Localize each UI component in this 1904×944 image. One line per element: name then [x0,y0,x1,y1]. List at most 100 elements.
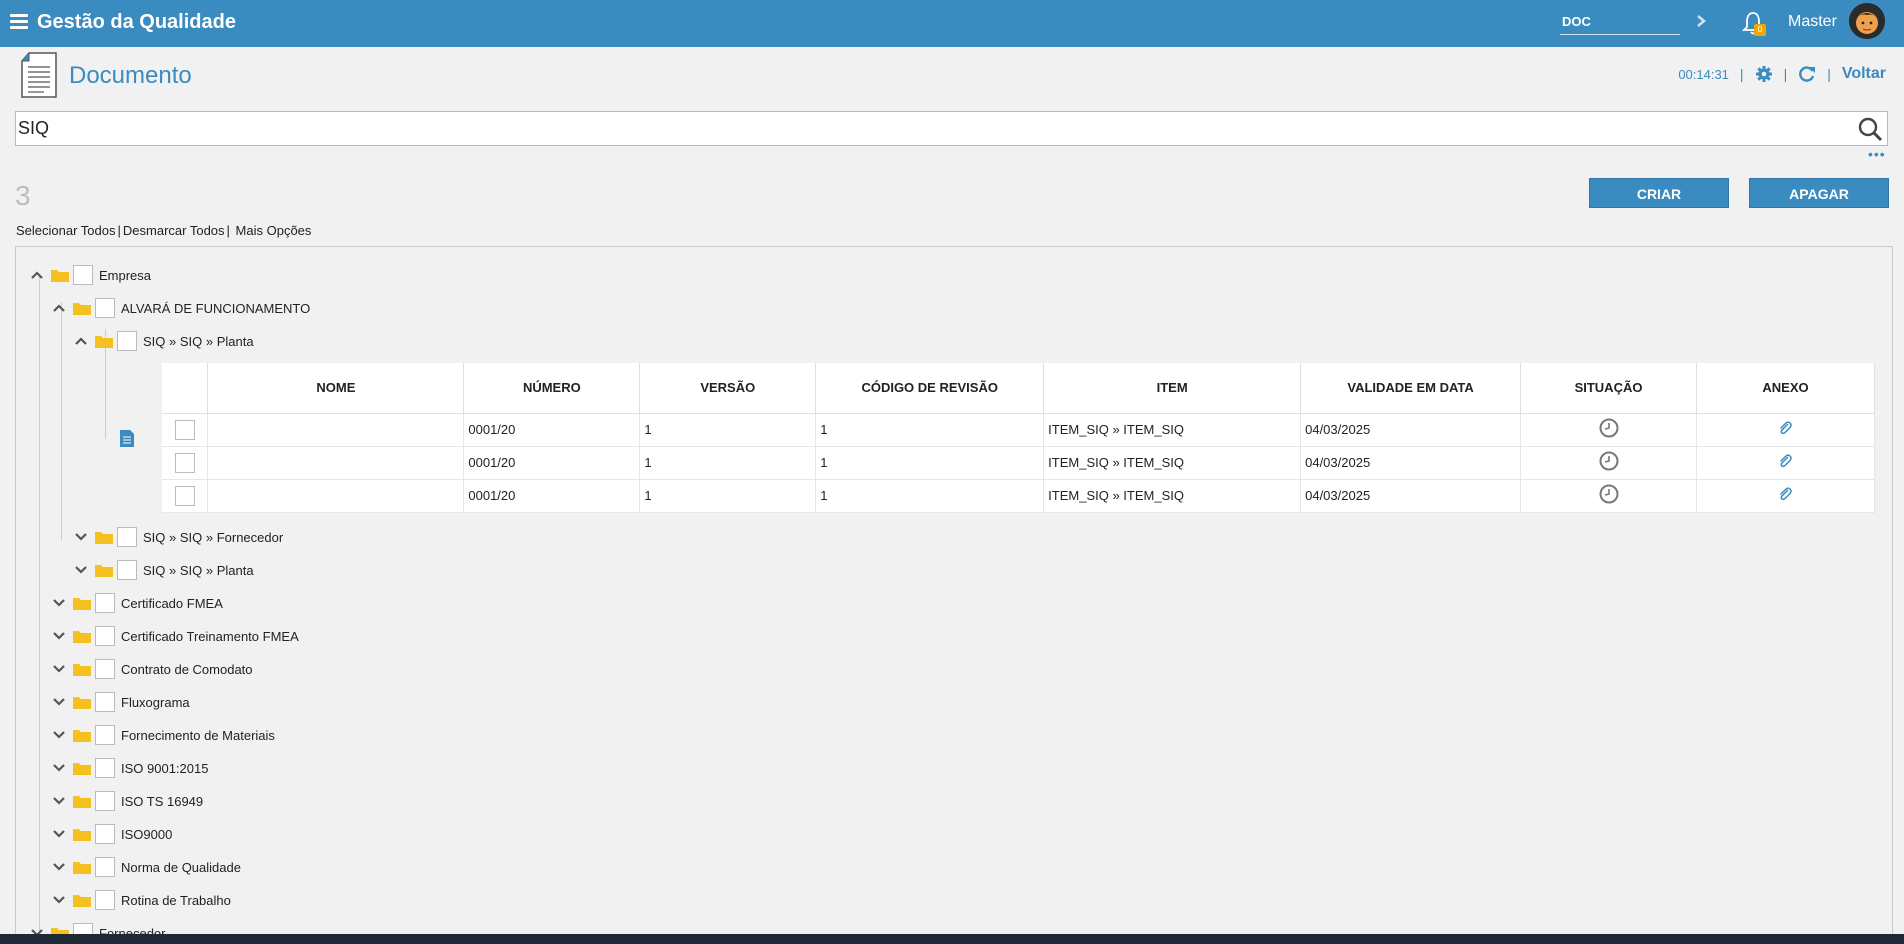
tree-node-fornecimento-materiais[interactable]: Fornecimento de Materiais [51,724,275,746]
tree-node-siq-planta[interactable]: SIQ » SIQ » Planta [73,330,254,352]
chevron-right-icon[interactable] [1690,8,1712,34]
folder-icon [73,862,91,874]
tree-node-fluxograma[interactable]: Fluxograma [51,691,190,713]
clock-icon[interactable] [1599,418,1619,438]
chevron-down-icon[interactable] [51,760,67,776]
tree-guide-line [61,302,62,540]
more-options-icon[interactable]: ••• [1868,147,1885,161]
chevron-down-icon[interactable] [73,562,89,578]
row-checkbox[interactable] [174,419,195,440]
column-header-codigo-revisao[interactable]: CÓDIGO DE REVISÃO [815,363,1045,414]
chevron-down-icon[interactable] [51,694,67,710]
column-header-numero[interactable]: NÚMERO [463,363,641,414]
tree-node-alvara[interactable]: ALVARÁ DE FUNCIONAMENTO [51,297,310,319]
tree-node-certificado-fmea[interactable]: Certificado FMEA [51,592,223,614]
table-row[interactable]: 0001/20 1 1 ITEM_SIQ » ITEM_SIQ 04/03/20… [162,479,1876,513]
row-checkbox[interactable] [174,485,195,506]
create-button[interactable]: CRIAR [1589,178,1729,208]
column-header-nome[interactable]: NOME [207,363,465,414]
search-box [15,111,1888,146]
tree-checkbox[interactable] [95,692,115,712]
tree-checkbox[interactable] [95,758,115,778]
row-checkbox[interactable] [174,452,195,473]
tree-checkbox[interactable] [95,791,115,811]
deselect-all-link[interactable]: Desmarcar Todos [123,223,225,238]
tree-node-iso-ts[interactable]: ISO TS 16949 [51,790,203,812]
chevron-up-icon[interactable] [73,333,89,349]
tree-node-iso-9001[interactable]: ISO 9001:2015 [51,757,208,779]
tree-node-label: ISO TS 16949 [121,793,204,809]
tree-checkbox[interactable] [117,560,137,580]
record-count: 3 [15,180,31,211]
tree-node-contrato-comodato[interactable]: Contrato de Comodato [51,658,253,680]
tree-node-siq-planta-2[interactable]: SIQ » SIQ » Planta [73,559,254,581]
search-icon[interactable] [1857,116,1883,142]
chevron-down-icon[interactable] [51,727,67,743]
paperclip-icon[interactable] [1777,420,1793,436]
chevron-down-icon[interactable] [51,826,67,842]
chevron-down-icon[interactable] [73,529,89,545]
clock-icon[interactable] [1599,451,1619,471]
tree-node-label: Fornecimento de Materiais [121,727,275,743]
clock-icon[interactable] [1599,484,1619,504]
avatar[interactable] [1849,3,1885,39]
chevron-down-icon[interactable] [51,892,67,908]
chevron-up-icon[interactable] [29,267,45,283]
tree-node-certificado-treinamento[interactable]: Certificado Treinamento FMEA [51,625,299,647]
table-row[interactable]: 0001/20 1 1 ITEM_SIQ » ITEM_SIQ 04/03/20… [162,446,1876,480]
chevron-down-icon[interactable] [51,793,67,809]
paperclip-icon[interactable] [1777,486,1793,502]
module-input[interactable] [1560,8,1680,35]
menu-icon[interactable] [10,14,28,30]
column-header-item[interactable]: ITEM [1043,363,1302,414]
tree-checkbox[interactable] [95,890,115,910]
chevron-up-icon[interactable] [51,300,67,316]
tree-node-norma-qualidade[interactable]: Norma de Qualidade [51,856,241,878]
tree-node-rotina-trabalho[interactable]: Rotina de Trabalho [51,889,231,911]
paperclip-icon[interactable] [1777,453,1793,469]
search-input[interactable] [16,112,1836,145]
tree-checkbox[interactable] [95,298,115,318]
back-link[interactable]: Voltar [1842,65,1886,83]
tree-checkbox[interactable] [117,527,137,547]
tree-node-label: Certificado FMEA [121,595,223,611]
tree-checkbox[interactable] [95,593,115,613]
column-header-versao[interactable]: VERSÃO [639,363,817,414]
folder-icon [73,829,91,841]
tree-checkbox[interactable] [95,626,115,646]
table-row[interactable]: 0001/20 1 1 ITEM_SIQ » ITEM_SIQ 04/03/20… [162,413,1876,447]
tree-node-label: SIQ » SIQ » Fornecedor [143,529,284,545]
os-taskbar [0,934,1904,944]
column-header-anexo[interactable]: ANEXO [1696,363,1876,414]
tree-guide-line [39,275,40,944]
cell-situacao [1520,479,1697,513]
cell-codigo: 1 [815,479,1045,513]
more-options-link[interactable]: Mais Opções [236,223,312,238]
delete-button[interactable]: APAGAR [1749,178,1889,208]
tree-checkbox[interactable] [95,659,115,679]
tree-node-label: SIQ » SIQ » Planta [143,562,254,578]
cell-item: ITEM_SIQ » ITEM_SIQ [1043,446,1302,480]
tree-checkbox[interactable] [117,331,137,351]
folder-icon [73,303,91,315]
column-header-situacao[interactable]: SITUAÇÃO [1520,363,1697,414]
tree-checkbox[interactable] [95,725,115,745]
tree-checkbox[interactable] [95,857,115,877]
refresh-icon[interactable] [1798,65,1816,83]
tree-checkbox[interactable] [95,824,115,844]
user-name[interactable]: Master [1788,13,1837,31]
chevron-down-icon[interactable] [51,859,67,875]
tree-node-empresa[interactable]: Empresa [29,264,151,286]
tree-node-iso9000[interactable]: ISO9000 [51,823,172,845]
gear-icon[interactable] [1755,65,1773,83]
separator: | [1783,66,1788,82]
column-header-validade[interactable]: VALIDADE EM DATA [1300,363,1522,414]
tree-node-label: Empresa [99,267,152,283]
chevron-down-icon[interactable] [51,661,67,677]
tree-node-siq-fornecedor[interactable]: SIQ » SIQ » Fornecedor [73,526,283,548]
chevron-down-icon[interactable] [51,628,67,644]
select-all-link[interactable]: Selecionar Todos [16,223,116,238]
chevron-down-icon[interactable] [51,595,67,611]
folder-icon [73,664,91,676]
tree-checkbox[interactable] [73,265,93,285]
